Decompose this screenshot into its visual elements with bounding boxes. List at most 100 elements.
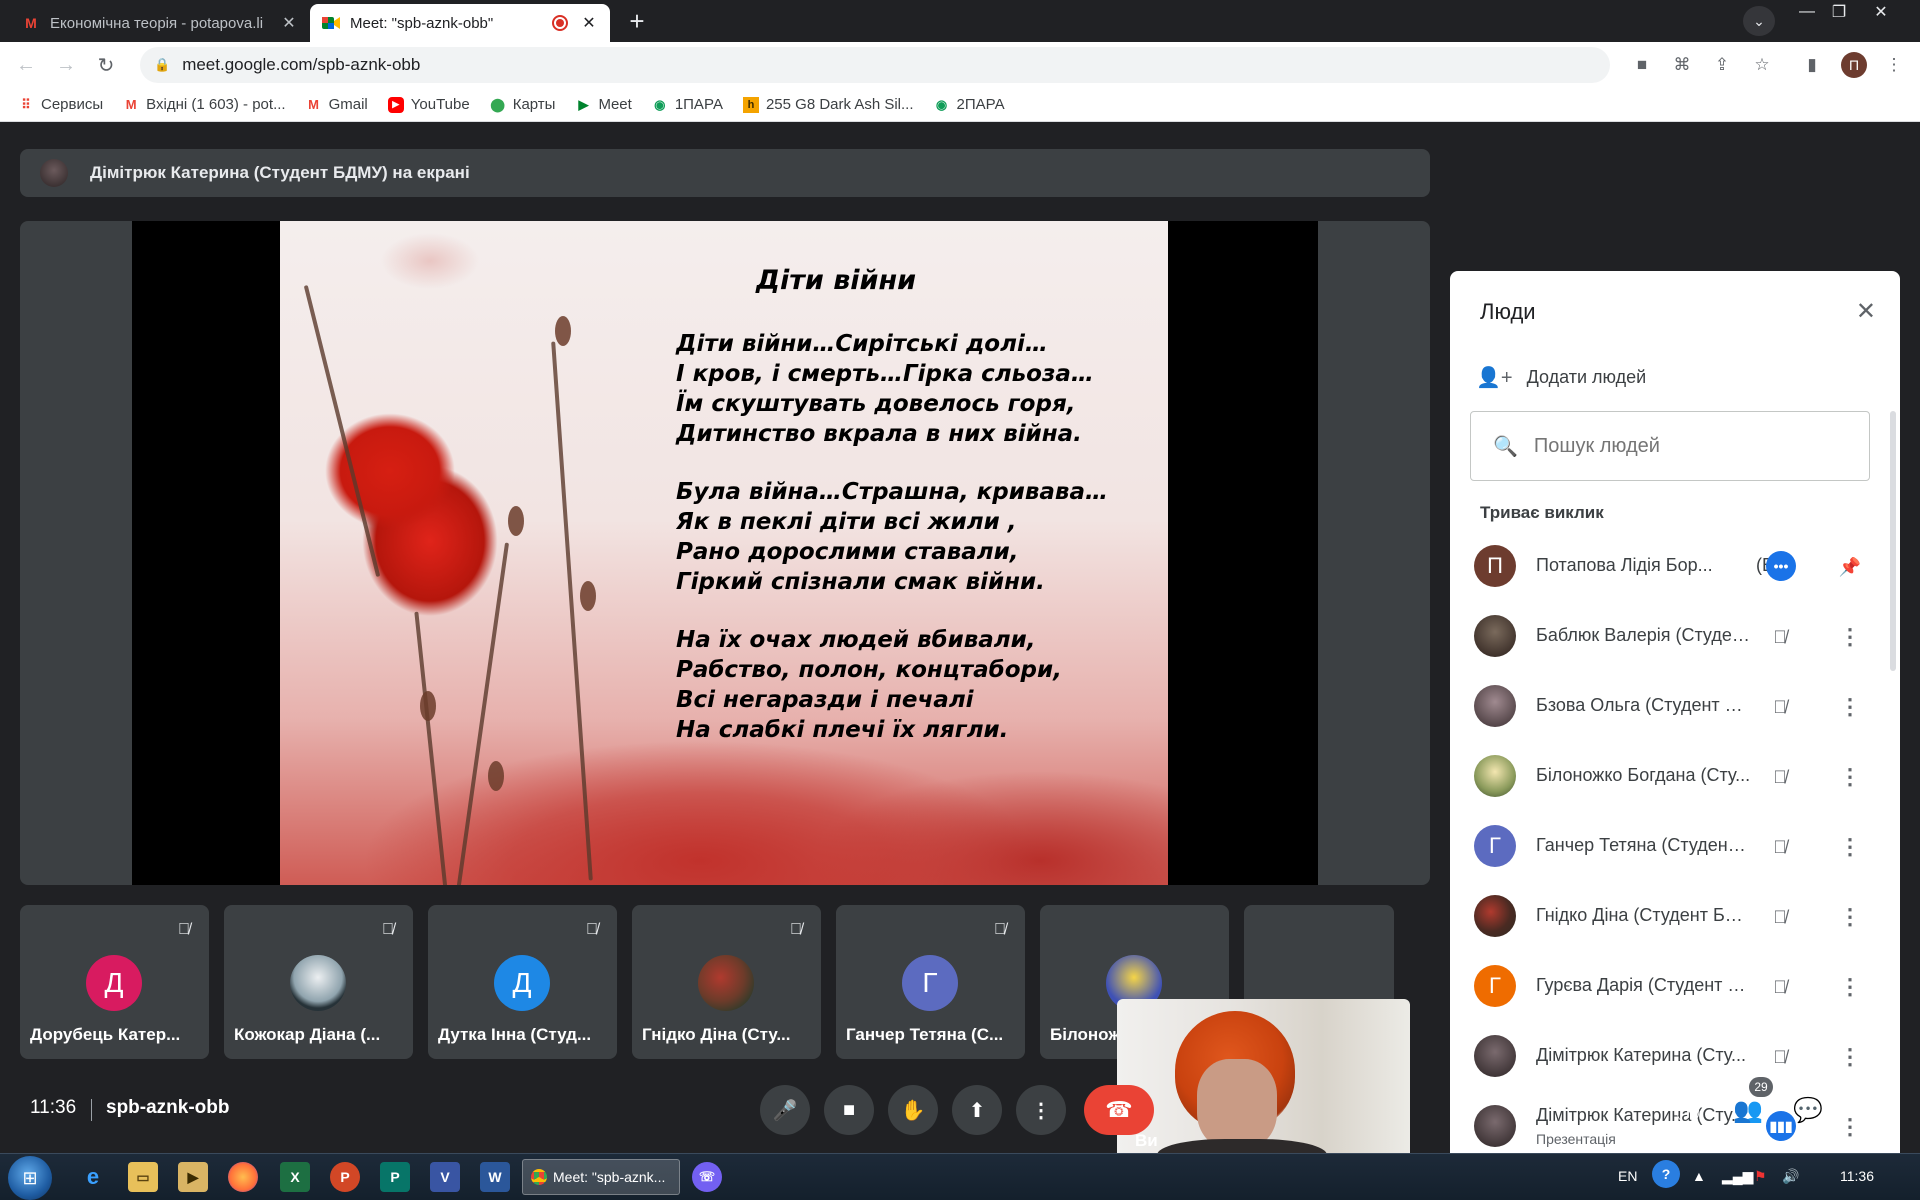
pin-icon[interactable]: 📌 bbox=[1836, 553, 1864, 581]
side-panel-icon[interactable]: ▮ bbox=[1801, 54, 1823, 76]
participant-name: Бзова Ольга (Студент Б... bbox=[1536, 695, 1751, 715]
forward-button[interactable]: → bbox=[48, 47, 84, 83]
bookmark-inbox[interactable]: M Вхідні (1 603) - pot... bbox=[123, 96, 286, 113]
excel-icon[interactable]: X bbox=[280, 1162, 310, 1192]
people-search[interactable]: 🔍 bbox=[1470, 411, 1870, 481]
chat-icon[interactable]: 💬 bbox=[1791, 1093, 1825, 1127]
gmail-icon: M bbox=[125, 97, 137, 112]
help-icon[interactable]: ? bbox=[1652, 1160, 1680, 1188]
participant-tile[interactable]: 🎙̸ Кожокар Діана (... bbox=[224, 905, 413, 1059]
bookmark-youtube[interactable]: ▶ YouTube bbox=[387, 96, 470, 113]
avatar bbox=[290, 955, 346, 1011]
bookmark-label: Gmail bbox=[328, 96, 368, 113]
people-icon[interactable]: 👥 bbox=[1731, 1093, 1765, 1127]
mic-off-icon: 🎙̸ bbox=[1773, 906, 1787, 927]
media-player-icon[interactable]: ▶ bbox=[178, 1162, 208, 1192]
flag-icon[interactable]: ⚑ bbox=[1754, 1168, 1767, 1185]
participant-name: Дорубець Катер... bbox=[30, 1025, 181, 1044]
taskbar-window-label: Meet: "spb-aznk... bbox=[553, 1169, 666, 1185]
bookmark-services[interactable]: ⠿ Сервисы bbox=[18, 96, 103, 113]
participant-row[interactable]: Дімітрюк Катерина (Сту... 🎙̸ ⋮ bbox=[1450, 1021, 1890, 1091]
show-hidden-icons[interactable]: ▲ bbox=[1692, 1168, 1706, 1184]
address-bar[interactable]: 🔒 meet.google.com/spb-aznk-obb bbox=[140, 47, 1610, 83]
avatar bbox=[1474, 1035, 1516, 1077]
close-window-button[interactable]: ✕ bbox=[1862, 0, 1900, 24]
presenter-banner: Дімітрюк Катерина (Студент БДМУ) на екра… bbox=[20, 149, 1430, 197]
mic-off-icon: 🎙̸ bbox=[1773, 696, 1787, 717]
meeting-details-icon[interactable]: ⓘ bbox=[1671, 1093, 1705, 1127]
visio-icon[interactable]: V bbox=[430, 1162, 460, 1192]
slide: Діти війни Діти війни…Сирітські долі… І … bbox=[280, 221, 1168, 885]
more-vert-icon[interactable]: ⋮ bbox=[1836, 973, 1864, 1001]
activities-icon[interactable]: ⟁ bbox=[1851, 1093, 1885, 1127]
bookmark-1para[interactable]: ◉ 1ПАРА bbox=[652, 96, 723, 113]
folder-icon[interactable]: ▭ bbox=[128, 1162, 158, 1192]
more-vert-icon[interactable]: ⋮ bbox=[1836, 1043, 1864, 1071]
reload-button[interactable]: ↻ bbox=[88, 47, 124, 83]
bookmark-meet[interactable]: ▶ Meet bbox=[575, 96, 631, 113]
participant-row[interactable]: Баблюк Валерія (Студен... 🎙̸ ⋮ bbox=[1450, 601, 1890, 671]
share-icon[interactable]: ⇪ bbox=[1711, 54, 1733, 76]
bookmark-hp[interactable]: h 255 G8 Dark Ash Sil... bbox=[742, 96, 914, 113]
tab-search-button[interactable]: ⌄ bbox=[1743, 6, 1775, 36]
publisher-icon[interactable]: P bbox=[380, 1162, 410, 1192]
tab-gmail[interactable]: M Економічна теорія - potapova.li ✕ bbox=[10, 4, 310, 42]
participant-name: Дімітрюк Катерина (Сту... bbox=[1536, 1105, 1747, 1125]
participant-row[interactable]: Бзова Ольга (Студент Б... 🎙̸ ⋮ bbox=[1450, 671, 1890, 741]
close-icon[interactable]: ✕ bbox=[1856, 297, 1876, 326]
language-indicator[interactable]: EN bbox=[1618, 1168, 1637, 1184]
present-screen-button[interactable]: ⬆ bbox=[952, 1085, 1002, 1135]
participant-row[interactable]: Білоножко Богдана (Сту... 🎙̸ ⋮ bbox=[1450, 741, 1890, 811]
raise-hand-button[interactable]: ✋ bbox=[888, 1085, 938, 1135]
add-people-button[interactable]: 👤+ Додати людей bbox=[1476, 365, 1646, 390]
more-vert-icon[interactable]: ⋮ bbox=[1836, 833, 1864, 861]
network-icon[interactable]: ▂▄▆ bbox=[1722, 1168, 1753, 1185]
ie-icon[interactable]: e bbox=[78, 1162, 108, 1192]
bookmark-2para[interactable]: ◉ 2ПАРА bbox=[934, 96, 1005, 113]
translate-icon[interactable]: ⌘ bbox=[1671, 54, 1693, 76]
firefox-icon[interactable] bbox=[228, 1162, 258, 1192]
self-view[interactable]: Ви bbox=[1117, 999, 1410, 1165]
profile-avatar[interactable]: П bbox=[1841, 52, 1867, 78]
poem-line: Всі негаразди і печалі bbox=[676, 687, 974, 713]
close-tab-icon[interactable]: ✕ bbox=[580, 13, 598, 33]
more-vert-icon[interactable]: ⋮ bbox=[1836, 623, 1864, 651]
new-tab-button[interactable]: + bbox=[620, 6, 654, 36]
microphone-button[interactable]: 🎤 bbox=[760, 1085, 810, 1135]
volume-icon[interactable]: 🔊 bbox=[1782, 1168, 1799, 1185]
participant-row[interactable]: Г Ганчер Тетяна (Студент ... 🎙̸ ⋮ bbox=[1450, 811, 1890, 881]
taskbar-chrome-window[interactable]: Meet: "spb-aznk... bbox=[522, 1159, 680, 1195]
more-vert-icon[interactable]: ⋮ bbox=[1836, 693, 1864, 721]
clock[interactable]: 11:36 bbox=[1840, 1168, 1874, 1184]
participant-tile[interactable]: 🎙̸ Г Ганчер Тетяна (С... bbox=[836, 905, 1025, 1059]
participant-tile[interactable]: 🎙̸ Гнідко Діна (Сту... bbox=[632, 905, 821, 1059]
participant-row[interactable]: Г Гурєва Дарія (Студент Б... 🎙̸ ⋮ bbox=[1450, 951, 1890, 1021]
panel-scrollbar[interactable] bbox=[1890, 411, 1896, 671]
start-button[interactable]: ⊞ bbox=[8, 1156, 52, 1200]
participant-row[interactable]: Гнідко Діна (Студент БД... 🎙̸ ⋮ bbox=[1450, 881, 1890, 951]
tab-meet[interactable]: Meet: "spb-aznk-obb" ✕ bbox=[310, 4, 610, 42]
participant-row[interactable]: П Потапова Лідія Бор... (Ви) ••• 📌 bbox=[1450, 531, 1890, 601]
bookmark-star-icon[interactable]: ☆ bbox=[1751, 54, 1773, 76]
search-input[interactable] bbox=[1533, 434, 1854, 458]
back-button[interactable]: ← bbox=[8, 47, 44, 83]
viber-icon[interactable]: ☏ bbox=[692, 1162, 722, 1192]
powerpoint-icon[interactable]: P bbox=[330, 1162, 360, 1192]
bookmark-maps[interactable]: ⬤ Карты bbox=[490, 96, 555, 113]
participant-tile[interactable]: 🎙̸ Д Дутка Інна (Студ... bbox=[428, 905, 617, 1059]
bookmark-gmail[interactable]: M Gmail bbox=[306, 96, 368, 113]
restore-button[interactable]: ❐ bbox=[1820, 0, 1858, 24]
camera-in-use-icon[interactable]: ■ bbox=[1631, 54, 1653, 76]
participant-tile[interactable]: 🎙̸ Д Дорубець Катер... bbox=[20, 905, 209, 1059]
slide-stanza: Була війна…Страшна, кривава… Як в пеклі … bbox=[676, 477, 1108, 597]
leave-call-button[interactable]: ☎ bbox=[1084, 1085, 1154, 1135]
more-options-button[interactable]: ⋮ bbox=[1016, 1085, 1066, 1135]
bookmark-label: Meet bbox=[598, 96, 632, 113]
more-vert-icon[interactable]: ⋮ bbox=[1836, 903, 1864, 931]
more-vert-icon[interactable]: ⋮ bbox=[1836, 763, 1864, 791]
word-icon[interactable]: W bbox=[480, 1162, 510, 1192]
more-options-icon[interactable]: ••• bbox=[1766, 551, 1796, 581]
camera-button[interactable]: ■ bbox=[824, 1085, 874, 1135]
close-tab-icon[interactable]: ✕ bbox=[280, 13, 298, 33]
browser-menu-icon[interactable]: ⋮ bbox=[1883, 54, 1905, 76]
